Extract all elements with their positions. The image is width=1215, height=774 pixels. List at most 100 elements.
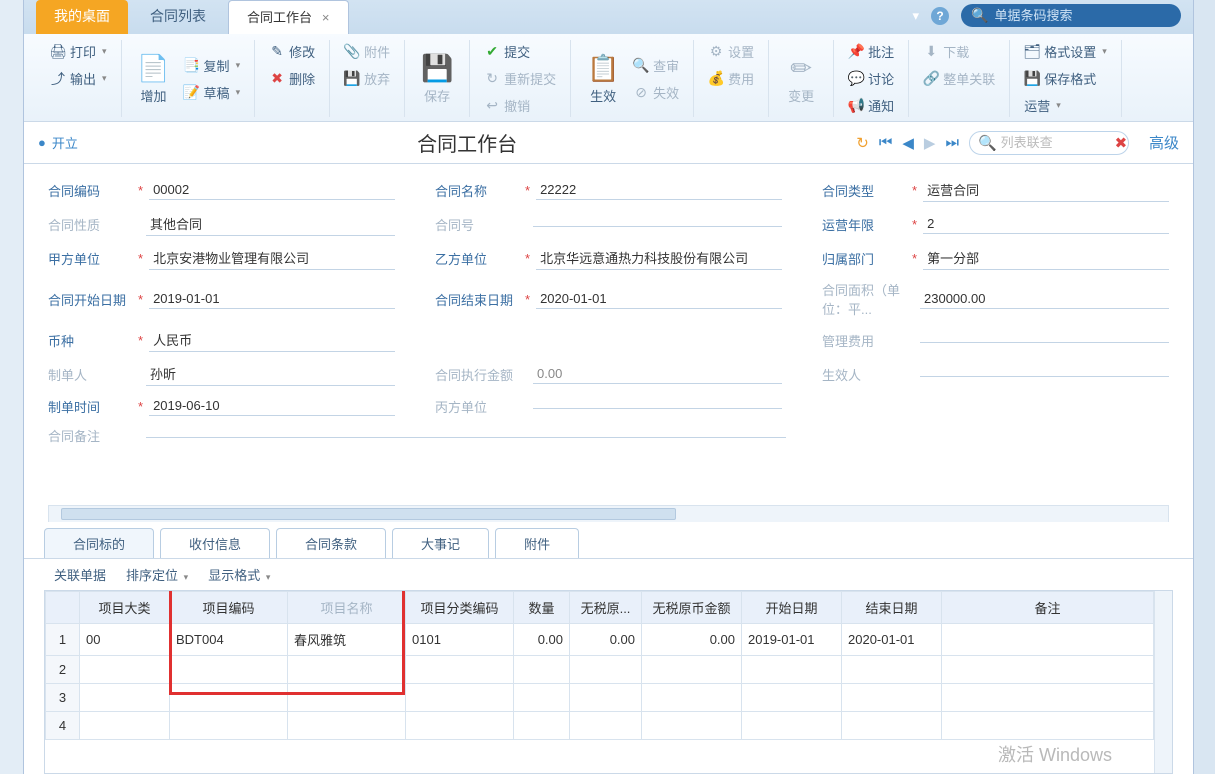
grid-row[interactable]: 2 [46, 656, 1154, 684]
notify-button[interactable]: 📢通知 [844, 94, 898, 117]
cell-notax-amt[interactable]: 0.00 [642, 624, 742, 656]
prev-icon[interactable]: ◀ [902, 134, 914, 152]
col-remark[interactable]: 备注 [942, 592, 1154, 624]
copy-icon: 📑 [184, 57, 200, 73]
print-button[interactable]: 🖨打印▾ [46, 40, 111, 63]
tab-contract-workbench[interactable]: 合同工作台 × [228, 0, 349, 34]
end-date-value[interactable]: 2020-01-01 [536, 289, 782, 309]
col-class-code[interactable]: 项目分类编码 [406, 592, 514, 624]
display-format-button[interactable]: 显示格式 ▾ [208, 565, 270, 584]
contract-nature-value[interactable]: 其他合同 [146, 212, 395, 236]
party-c-value[interactable] [533, 404, 782, 409]
tab-attachments[interactable]: 附件 [495, 528, 579, 558]
last-icon[interactable]: ⏭ [945, 134, 959, 151]
gear-icon: ⚙ [708, 44, 724, 60]
party-a-value[interactable]: 北京安港物业管理有限公司 [149, 246, 395, 270]
first-icon[interactable]: ⏮ [879, 134, 893, 151]
discuss-button[interactable]: 💬讨论 [844, 67, 898, 90]
cell-qty[interactable]: 0.00 [514, 624, 570, 656]
contract-no-value[interactable] [533, 222, 782, 227]
col-category[interactable]: 项目大类 [80, 592, 170, 624]
tab-contract-list[interactable]: 合同列表 [132, 0, 224, 34]
dept-value[interactable]: 第一分部 [923, 246, 1169, 270]
grid-row[interactable]: 1 00 BDT004 春风雅筑 0101 0.00 0.00 0.00 201… [46, 624, 1154, 656]
savefmt-icon: 💾 [1024, 71, 1040, 87]
grid-row[interactable]: 4 [46, 712, 1154, 740]
cell-remark[interactable] [942, 624, 1154, 656]
sort-button[interactable]: 排序定位 ▾ [126, 565, 188, 584]
cell-project-code[interactable]: BDT004 [170, 624, 288, 656]
barcode-search[interactable]: 🔍 [961, 4, 1181, 27]
exec-amt-value: 0.00 [533, 364, 782, 384]
start-date-value[interactable]: 2019-01-01 [149, 289, 395, 309]
col-start-date[interactable]: 开始日期 [742, 592, 842, 624]
tab-desktop[interactable]: 我的桌面 [36, 0, 128, 34]
col-notax-amt[interactable]: 无税原币金额 [642, 592, 742, 624]
fee-button: 💰费用 [704, 67, 758, 90]
cell-notax[interactable]: 0.00 [570, 624, 642, 656]
barcode-search-input[interactable] [994, 8, 1154, 23]
add-icon: 📄 [138, 52, 170, 84]
tab-events[interactable]: 大事记 [392, 528, 489, 558]
col-project-name[interactable]: 项目名称 [288, 592, 406, 624]
tab-contract-subject[interactable]: 合同标的 [44, 528, 154, 558]
tab-close-icon[interactable]: × [322, 10, 330, 25]
clear-icon[interactable]: ✖ [1115, 134, 1128, 152]
ops-button[interactable]: 运营▾ [1020, 94, 1111, 117]
discard-button: 💾放弃 [340, 67, 394, 90]
dropdown-caret-icon[interactable]: ▾ [912, 8, 919, 24]
draft-icon: 📝 [184, 84, 200, 100]
submit-button[interactable]: ✔提交 [480, 40, 560, 63]
format-button[interactable]: 🗂格式设置▾ [1020, 40, 1111, 63]
cell-class-code[interactable]: 0101 [406, 624, 514, 656]
undo-icon: ↩ [484, 98, 500, 114]
op-years-value[interactable]: 2 [923, 214, 1169, 234]
contract-nature-label: 合同性质 [48, 215, 132, 234]
party-b-value[interactable]: 北京华远意通热力科技股份有限公司 [536, 246, 782, 270]
col-notax[interactable]: 无税原... [570, 592, 642, 624]
refresh-icon[interactable]: ↻ [856, 134, 869, 152]
batch-button[interactable]: 📌批注 [844, 40, 898, 63]
cell-end-date[interactable]: 2020-01-01 [842, 624, 942, 656]
effect-button[interactable]: 📋生效 [581, 48, 625, 109]
help-icon[interactable]: ? [931, 7, 949, 25]
export-button[interactable]: ⤴输出▾ [46, 67, 111, 90]
contract-name-value[interactable]: 22222 [536, 180, 782, 200]
download-icon: ⬇ [923, 44, 939, 60]
area-value[interactable]: 230000.00 [920, 289, 1169, 309]
ribbon-toolbar: 🖨打印▾ ⤴输出▾ 📄增加 📑复制▾ 📝草稿▾ ✎修改 ✖删除 📎附件 💾放弃 … [24, 34, 1193, 122]
end-date-label: 合同结束日期 [435, 290, 519, 309]
form-h-scrollbar[interactable] [48, 505, 1169, 522]
edit-button[interactable]: ✎修改 [265, 40, 319, 63]
cell-project-name[interactable]: 春风雅筑 [288, 624, 406, 656]
fee-icon: 💰 [708, 71, 724, 87]
remark-value[interactable] [146, 433, 786, 438]
list-search[interactable]: 🔍 ✖ [969, 131, 1129, 155]
cell-start-date[interactable]: 2019-01-01 [742, 624, 842, 656]
download-button: ⬇下载 [919, 40, 999, 63]
export-icon: ⤴ [50, 71, 66, 87]
grid-row[interactable]: 3 [46, 684, 1154, 712]
contract-type-value[interactable]: 运营合同 [923, 178, 1169, 202]
contract-type-label: 合同类型 [822, 181, 906, 200]
list-search-input[interactable] [1001, 135, 1111, 150]
col-qty[interactable]: 数量 [514, 592, 570, 624]
mgmt-fee-value[interactable] [920, 338, 1169, 343]
draft-button[interactable]: 📝草稿▾ [180, 81, 245, 104]
delete-button[interactable]: ✖删除 [265, 67, 319, 90]
advanced-link[interactable]: 高级 [1149, 132, 1179, 153]
add-button[interactable]: 📄增加 [132, 48, 176, 109]
tab-payment-info[interactable]: 收付信息 [160, 528, 270, 558]
check-icon: ✔ [484, 44, 500, 60]
col-end-date[interactable]: 结束日期 [842, 592, 942, 624]
next-icon[interactable]: ▶ [924, 134, 936, 152]
currency-value[interactable]: 人民币 [149, 328, 395, 352]
copy-button[interactable]: 📑复制▾ [180, 54, 245, 77]
saveformat-button[interactable]: 💾保存格式 [1020, 67, 1111, 90]
cell-category[interactable]: 00 [80, 624, 170, 656]
contract-code-value[interactable]: 00002 [149, 180, 395, 200]
grid-v-scrollbar[interactable] [1154, 591, 1172, 773]
tab-contract-terms[interactable]: 合同条款 [276, 528, 386, 558]
col-project-code[interactable]: 项目编码 [170, 592, 288, 624]
related-docs-button[interactable]: 关联单据 [54, 565, 106, 584]
